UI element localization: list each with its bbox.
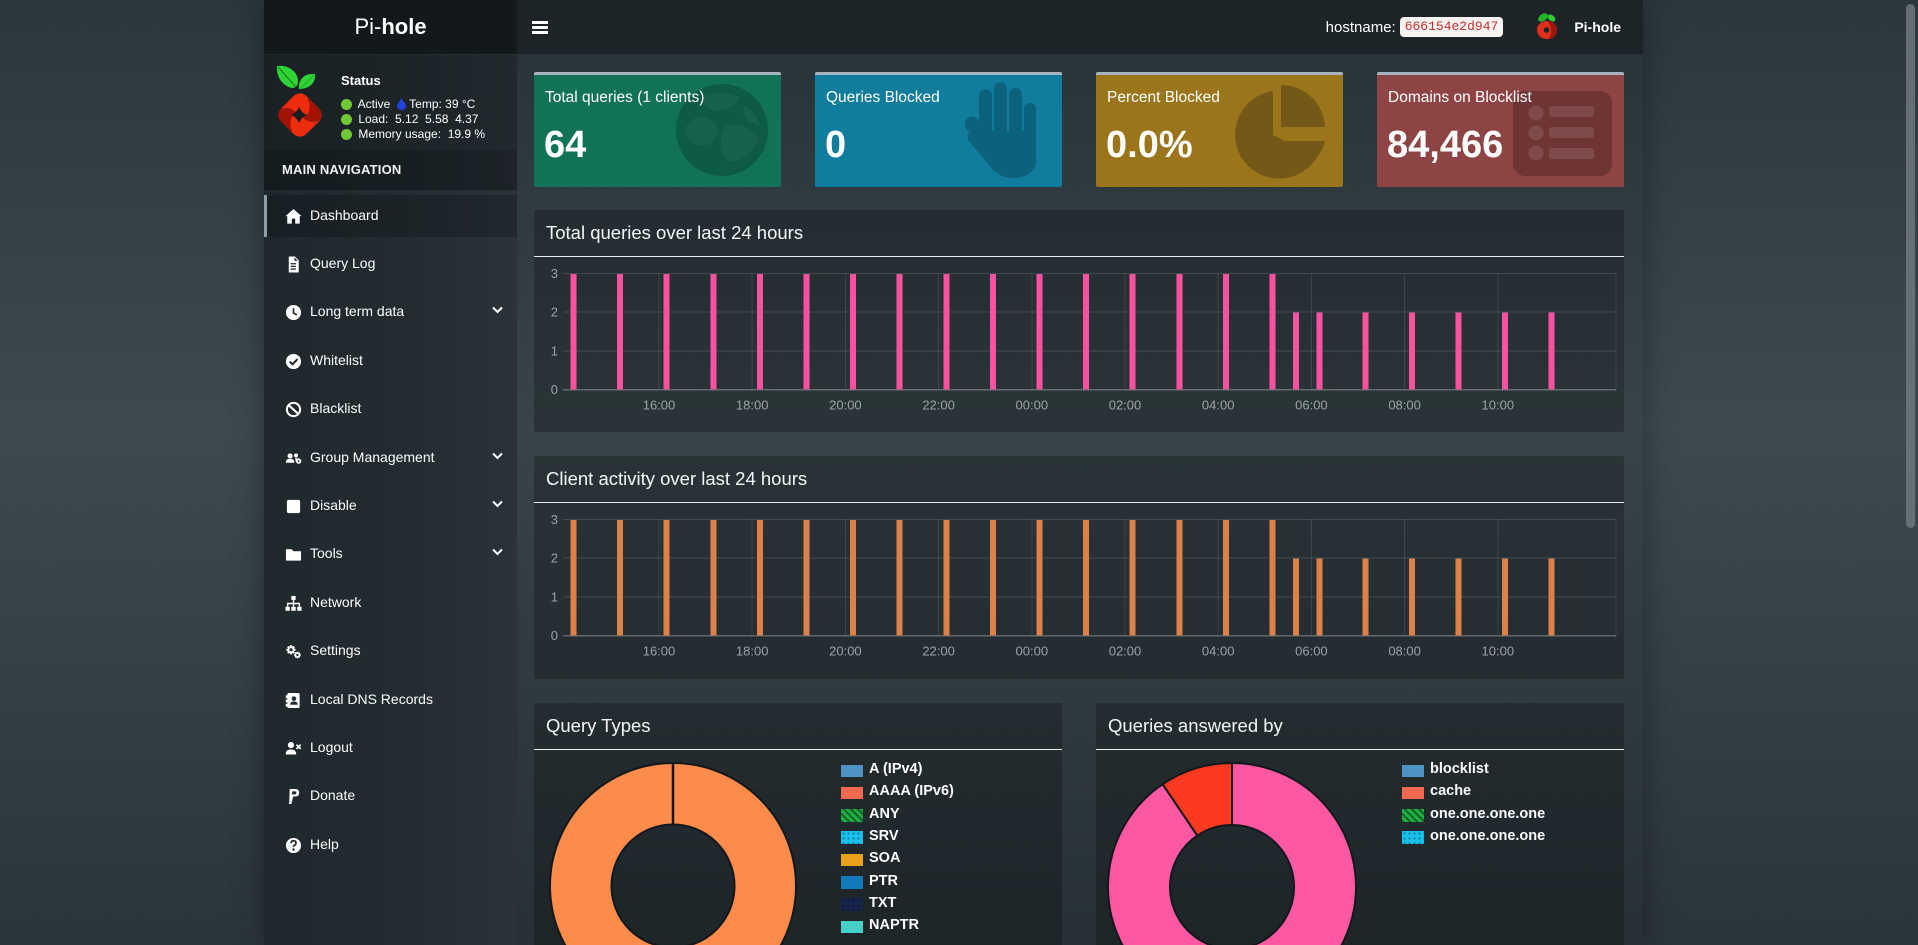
svg-text:06:00: 06:00 — [1295, 644, 1328, 659]
svg-text:02:00: 02:00 — [1109, 398, 1142, 413]
svg-text:04:00: 04:00 — [1202, 398, 1235, 413]
svg-text:08:00: 08:00 — [1388, 398, 1421, 413]
svg-text:2: 2 — [551, 551, 558, 566]
svg-text:00:00: 00:00 — [1016, 398, 1049, 413]
svg-text:00:00: 00:00 — [1016, 644, 1049, 659]
svg-text:18:00: 18:00 — [736, 644, 769, 659]
svg-text:0: 0 — [551, 382, 558, 397]
svg-text:2: 2 — [551, 305, 558, 320]
svg-text:10:00: 10:00 — [1482, 644, 1515, 659]
svg-text:16:00: 16:00 — [643, 644, 676, 659]
svg-text:20:00: 20:00 — [829, 398, 862, 413]
svg-text:0: 0 — [551, 628, 558, 643]
svg-text:1: 1 — [551, 344, 558, 359]
svg-text:08:00: 08:00 — [1388, 644, 1421, 659]
svg-text:02:00: 02:00 — [1109, 644, 1142, 659]
svg-text:04:00: 04:00 — [1202, 644, 1235, 659]
svg-text:22:00: 22:00 — [922, 644, 955, 659]
svg-text:22:00: 22:00 — [922, 398, 955, 413]
svg-text:20:00: 20:00 — [829, 644, 862, 659]
svg-text:1: 1 — [551, 590, 558, 605]
svg-text:16:00: 16:00 — [643, 398, 676, 413]
svg-text:10:00: 10:00 — [1482, 398, 1515, 413]
svg-text:06:00: 06:00 — [1295, 398, 1328, 413]
svg-text:18:00: 18:00 — [736, 398, 769, 413]
svg-text:3: 3 — [551, 512, 558, 527]
svg-text:3: 3 — [551, 266, 558, 281]
